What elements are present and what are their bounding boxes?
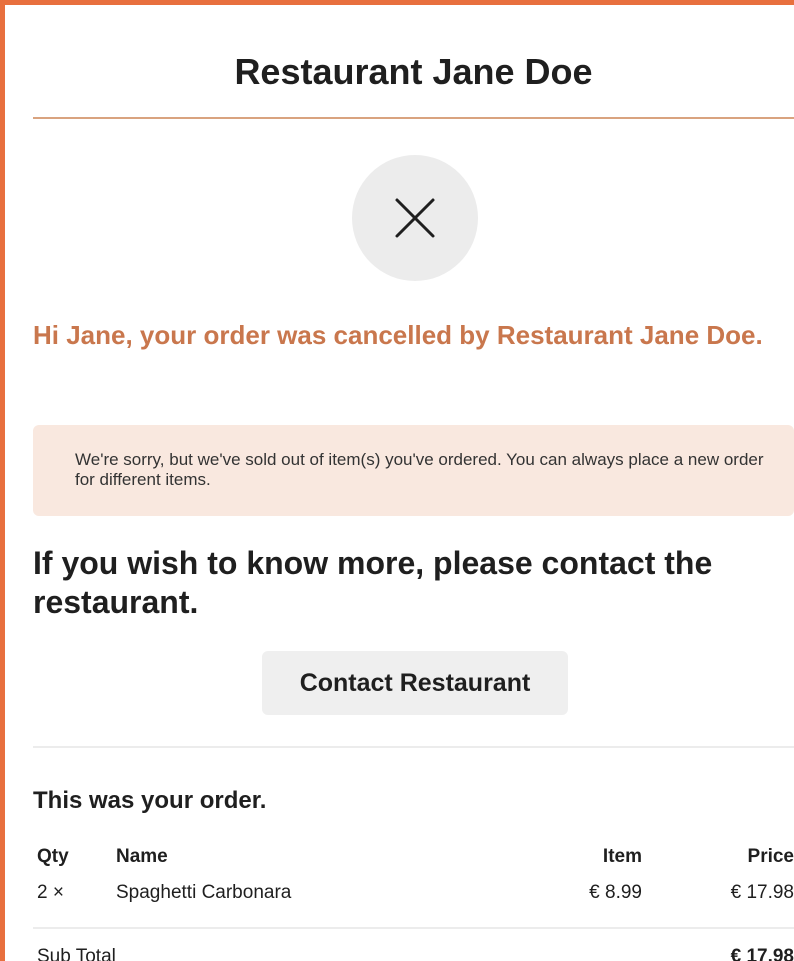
item-name: Spaghetti Carbonara [116, 882, 292, 903]
subtotal-label: Sub Total [37, 946, 116, 961]
item-total-price: € 17.98 [730, 882, 794, 903]
accent-border-top [0, 0, 794, 5]
item-unit-price: € 8.99 [589, 882, 642, 903]
subtotal-value: € 17.98 [730, 946, 794, 961]
accent-border-left [0, 0, 5, 961]
cancelled-status-badge [352, 155, 478, 281]
column-header-price: Price [747, 846, 794, 867]
contact-heading: If you wish to know more, please contact… [33, 545, 713, 620]
close-icon [395, 198, 435, 238]
contact-restaurant-button[interactable]: Contact Restaurant [262, 651, 568, 715]
column-header-item: Item [602, 846, 642, 867]
column-header-name: Name [116, 846, 168, 867]
subtotal-row: Sub Total € 17.98 [33, 944, 794, 961]
table-row: 2 × Spaghetti Carbonara € 8.99 € 17.98 [33, 880, 794, 906]
row-divider [33, 927, 794, 929]
order-summary-heading: This was your order. [33, 787, 267, 814]
restaurant-title: Restaurant Jane Doe [234, 51, 593, 92]
cancellation-greeting: Hi Jane, your order was cancelled by Res… [33, 320, 763, 350]
item-qty: 2 × [37, 882, 64, 903]
header-divider [33, 117, 794, 119]
order-table-header: Qty Name Item Price [33, 844, 794, 870]
sold-out-notice: We're sorry, but we've sold out of item(… [33, 425, 794, 516]
order-cancelled-email: Restaurant Jane Doe Hi Jane, your order … [0, 0, 794, 961]
sold-out-notice-text: We're sorry, but we've sold out of item(… [75, 450, 764, 489]
column-header-qty: Qty [37, 846, 69, 867]
section-divider [33, 746, 794, 748]
